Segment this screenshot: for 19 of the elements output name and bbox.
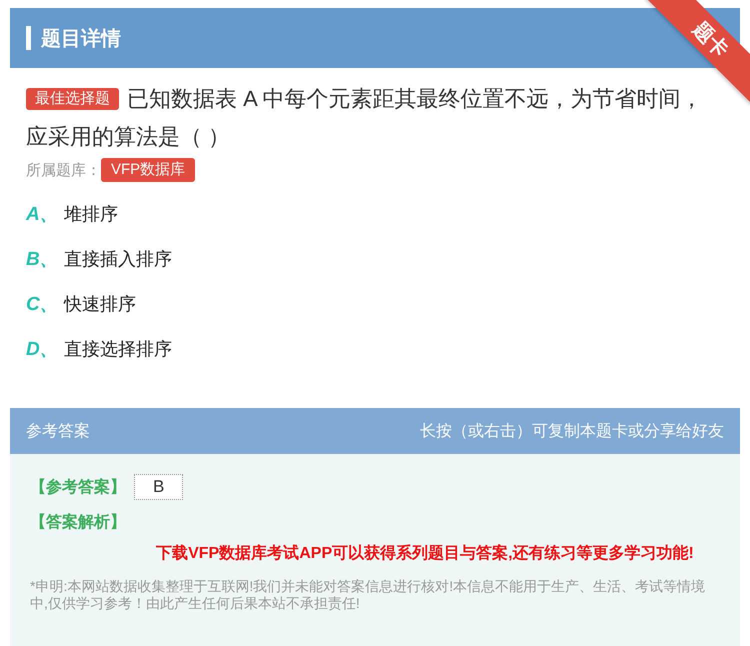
option-text: 堆排序 — [64, 203, 118, 226]
option-letter: B、 — [26, 248, 60, 272]
answer-value: B — [134, 474, 184, 500]
option-letter: A、 — [26, 203, 60, 227]
answer-label: 【参考答案】 — [30, 477, 126, 498]
title-marker — [26, 26, 31, 50]
bank-label: 所属题库： — [26, 160, 101, 180]
share-hint: 长按（或右击）可复制本题卡或分享给好友 — [420, 422, 724, 442]
option-text: 快速排序 — [64, 293, 136, 316]
analysis-label: 【答案解析】 — [30, 514, 126, 531]
promo-text: 下载VFP数据库考试APP可以获得系列题目与答案,还有练习等更多学习功能! — [155, 543, 695, 564]
option-text: 直接选择排序 — [64, 338, 172, 361]
option-text: 直接插入排序 — [64, 248, 172, 271]
bank-tag[interactable]: VFP数据库 — [101, 158, 196, 182]
option-letter: C、 — [26, 293, 60, 317]
option-letter: D、 — [26, 338, 60, 362]
header-title: 题目详情 — [41, 26, 121, 52]
answer-title: 参考答案 — [26, 421, 90, 442]
disclaimer-text: *申明:本网站数据收集整理于互联网!我们并未能对答案信息进行核对!本信息不能用于生产、生活、考试等情境中,仅供学习参考！由此产生任何后果本站不承担责任! — [30, 578, 706, 612]
